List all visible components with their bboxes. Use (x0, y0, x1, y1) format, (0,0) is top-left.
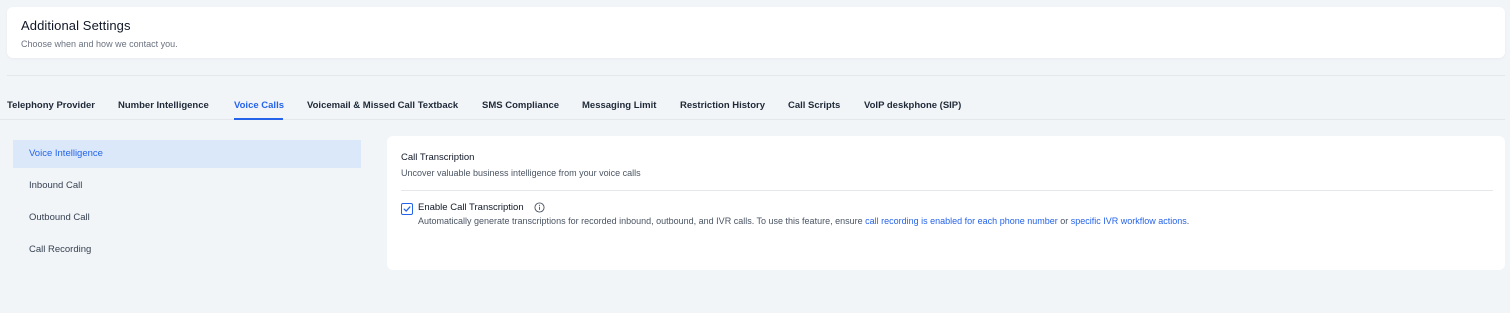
tab-sms-compliance[interactable]: SMS Compliance (482, 100, 559, 111)
tab-restriction-history[interactable]: Restriction History (680, 100, 765, 111)
transcription-description: Automatically generate transcriptions fo… (418, 216, 1189, 226)
description-prefix: Automatically generate transcriptions fo… (418, 216, 866, 226)
page-subtitle: Choose when and how we contact you. (21, 39, 178, 49)
sidenav-item-inbound-call[interactable]: Inbound Call (13, 172, 361, 200)
tab-voice-calls[interactable]: Voice Calls (234, 100, 284, 111)
checkmark-icon (403, 206, 411, 212)
header-divider (7, 75, 1505, 76)
tab-number-intelligence[interactable]: Number Intelligence (118, 100, 209, 111)
section-title: Call Transcription (401, 152, 475, 163)
info-circle-icon[interactable] (534, 202, 545, 213)
sidenav-item-outbound-call[interactable]: Outbound Call (13, 204, 361, 232)
tab-messaging-limit[interactable]: Messaging Limit (582, 100, 656, 111)
call-transcription-card: Call Transcription Uncover valuable busi… (387, 136, 1505, 270)
voice-calls-sidenav: Voice Intelligence Inbound Call Outbound… (13, 140, 361, 268)
tab-voip-deskphone[interactable]: VoIP deskphone (SIP) (864, 100, 961, 111)
page-title: Additional Settings (21, 18, 131, 33)
tab-voicemail-missed-call-textback[interactable]: Voicemail & Missed Call Textback (307, 100, 458, 111)
tab-telephony-provider[interactable]: Telephony Provider (7, 100, 95, 111)
settings-header-card: Additional Settings Choose when and how … (7, 7, 1505, 58)
sidenav-item-call-recording[interactable]: Call Recording (13, 236, 361, 264)
description-suffix: . (1186, 216, 1190, 226)
enable-call-transcription-label[interactable]: Enable Call Transcription (418, 202, 524, 213)
enable-call-transcription-checkbox[interactable] (401, 203, 413, 215)
ivr-workflow-actions-link[interactable]: specific IVR workflow actions (1071, 216, 1187, 226)
sidenav-item-voice-intelligence[interactable]: Voice Intelligence (13, 140, 361, 168)
tab-call-scripts[interactable]: Call Scripts (788, 100, 840, 111)
settings-tabs: Telephony Provider Number Intelligence V… (0, 91, 1505, 120)
section-subtitle: Uncover valuable business intelligence f… (401, 168, 641, 178)
section-divider (401, 190, 1493, 191)
description-mid: or (1057, 216, 1071, 226)
call-recording-link[interactable]: call recording is enabled for each phone… (865, 216, 1058, 226)
active-tab-indicator (234, 118, 283, 120)
